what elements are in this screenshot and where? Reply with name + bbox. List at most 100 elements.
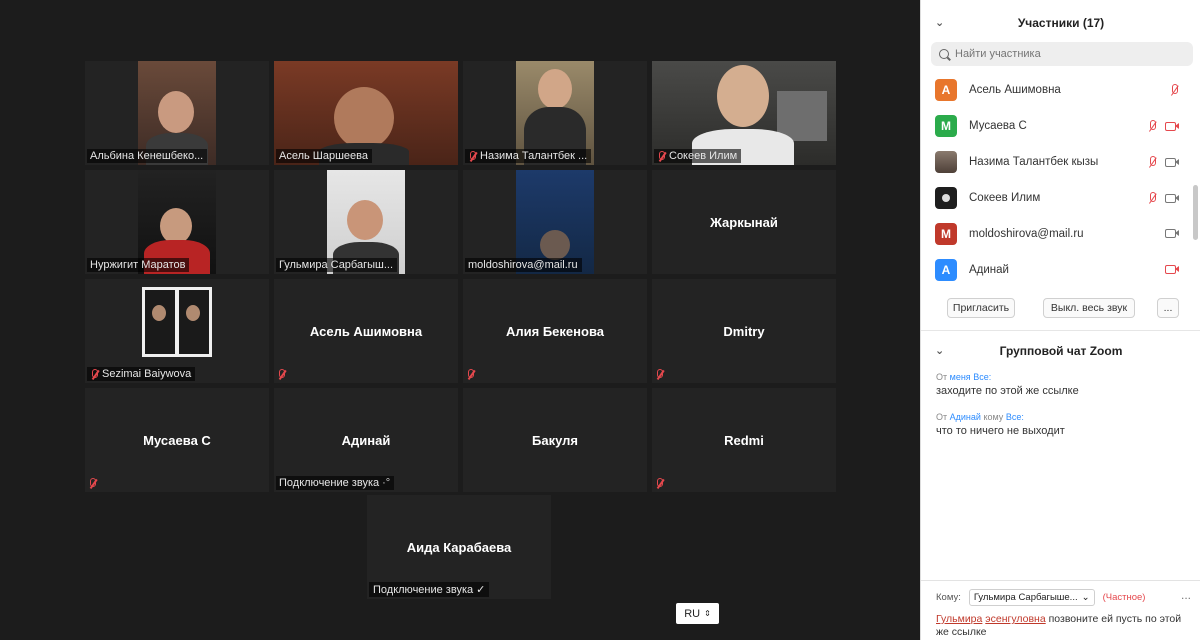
video-tile[interactable]: moldoshirova@mail.ru xyxy=(463,170,647,274)
participant-name-center: Алия Бекенова xyxy=(506,323,604,339)
participant-video xyxy=(142,287,212,357)
chevron-down-icon: ⌄ xyxy=(1081,592,1090,603)
side-panel: ⌄ Участники (17) А Асель Ашимовна М Муса… xyxy=(920,0,1200,640)
participants-header: ⌄ Участники (17) xyxy=(921,8,1200,38)
video-tile[interactable]: Алия Бекенова xyxy=(463,279,647,383)
video-tile[interactable]: Адинай Подключение звука ·° xyxy=(274,388,458,492)
participant-row[interactable]: Назима Талантбек кызы xyxy=(921,144,1191,180)
chat-input[interactable]: Гульмира эсенгуловна позвоните ей пусть … xyxy=(936,613,1191,639)
name-text: Альбина Кенешбеко... xyxy=(90,150,204,162)
participant-name: Мусаева С xyxy=(969,120,1027,132)
name-text: Асель Шаршеева xyxy=(279,150,369,162)
camera-icon[interactable] xyxy=(1165,157,1179,167)
participant-name-label: Гульмира Сарбагыш... xyxy=(276,258,398,272)
participant-row[interactable]: М moldoshirova@mail.ru xyxy=(921,216,1191,252)
participant-name-label: Назима Талантбек ... xyxy=(465,149,592,163)
recipient-value: Гульмира Сарбагыше... xyxy=(973,592,1078,603)
avatar: М xyxy=(935,223,957,245)
private-label: (Частное) xyxy=(1102,592,1146,603)
message-text: заходите по этой же ссылке xyxy=(936,385,1079,397)
status-text: Подключение звука xyxy=(279,477,380,489)
video-tile[interactable]: Мусаева С xyxy=(85,388,269,492)
mic-off-icon[interactable] xyxy=(1169,84,1179,96)
video-tile-active-speaker[interactable]: Асель Шаршеева xyxy=(274,61,458,165)
participant-row[interactable]: М Мусаева С xyxy=(921,108,1191,144)
video-tile[interactable]: Асель Ашимовна xyxy=(274,279,458,383)
name-text: Нуржигит Маратов xyxy=(90,259,186,271)
avatar: А xyxy=(935,259,957,281)
video-tile[interactable]: Dmitry xyxy=(652,279,836,383)
mic-off-icon xyxy=(277,369,286,380)
zoom-meeting-window: Альбина Кенешбеко... Асель Шаршеева Нази… xyxy=(0,0,1200,640)
camera-icon[interactable] xyxy=(1165,193,1179,203)
recipient-select[interactable]: Гульмира Сарбагыше... ⌄ xyxy=(968,589,1095,606)
participant-name-label: Асель Шаршеева xyxy=(276,149,373,163)
participant-row[interactable]: Сокеев Илим xyxy=(921,180,1191,216)
more-options-button[interactable]: ... xyxy=(1157,298,1179,318)
participant-name: Назима Талантбек кызы xyxy=(969,156,1099,168)
recipient-link[interactable]: Все: xyxy=(1006,412,1024,422)
mic-off-icon xyxy=(88,478,97,489)
participant-name-center: Асель Ашимовна xyxy=(309,323,423,339)
participant-name-center: Бакуля xyxy=(532,432,578,448)
participant-name-label: Сокеев Илим xyxy=(654,149,742,163)
video-tile[interactable]: Гульмира Сарбагыш... xyxy=(274,170,458,274)
chat-header: ⌄ Групповой чат Zoom xyxy=(921,336,1200,366)
chat-more-button[interactable]: ... xyxy=(1181,588,1191,602)
scrollbar[interactable] xyxy=(1193,185,1198,240)
chevron-down-icon[interactable]: ⌄ xyxy=(935,344,944,357)
video-tile[interactable]: Бакуля xyxy=(463,388,647,492)
mic-off-icon[interactable] xyxy=(1147,120,1157,132)
mic-off-icon xyxy=(657,150,666,162)
participant-row[interactable]: А Асель Ашимовна xyxy=(921,72,1191,108)
video-tile[interactable]: Жаркынай xyxy=(652,170,836,274)
participant-name-center: Dmitry xyxy=(723,323,765,339)
audio-connecting-label: Подключение звука ·° xyxy=(276,476,395,490)
invite-button[interactable]: Пригласить xyxy=(947,298,1015,318)
participant-name-label: Альбина Кенешбеко... xyxy=(87,149,208,163)
name-text: Сокеев Илим xyxy=(669,150,738,162)
chat-messages: От меня Все: заходите по этой же ссылке … xyxy=(936,372,1191,452)
search-input[interactable] xyxy=(955,48,1175,60)
video-grid: Альбина Кенешбеко... Асель Шаршеева Нази… xyxy=(85,61,836,492)
avatar xyxy=(935,151,957,173)
mic-off-icon[interactable] xyxy=(1147,192,1157,204)
sender-link[interactable]: меня xyxy=(950,372,971,382)
camera-off-icon[interactable] xyxy=(1165,264,1179,274)
updown-chevron-icon: ⇕ xyxy=(704,608,711,618)
participant-name: Асель Ашимовна xyxy=(969,84,1061,96)
video-tile[interactable]: Альбина Кенешбеко... xyxy=(85,61,269,165)
mic-off-icon[interactable] xyxy=(1147,156,1157,168)
participant-search[interactable] xyxy=(931,42,1193,66)
video-tile[interactable]: Назима Талантбек ... xyxy=(463,61,647,165)
camera-icon[interactable] xyxy=(1165,228,1179,238)
name-text: Sezimai Baiywova xyxy=(102,368,192,380)
divider xyxy=(921,330,1200,331)
avatar xyxy=(935,187,957,209)
mic-off-icon xyxy=(468,150,477,162)
mic-off-icon xyxy=(90,368,99,380)
video-tile[interactable]: Sezimai Baiywova xyxy=(85,279,269,383)
chevron-down-icon[interactable]: ⌄ xyxy=(935,16,944,29)
mute-all-button[interactable]: Выкл. весь звук xyxy=(1043,298,1135,318)
camera-off-icon[interactable] xyxy=(1165,121,1179,131)
message-meta: От меня Все: xyxy=(936,372,992,382)
recipient-row: Кому: Гульмира Сарбагыше... ⌄ (Частное) xyxy=(936,589,1145,606)
participant-row[interactable]: А Адинай xyxy=(921,252,1191,288)
participant-name-label: Нуржигит Маратов xyxy=(87,258,190,272)
video-tile[interactable]: Нуржигит Маратов xyxy=(85,170,269,274)
participant-name: Адинай xyxy=(969,264,1009,276)
video-tile[interactable]: Redmi xyxy=(652,388,836,492)
video-tile[interactable]: Аида Карабаева Подключение звука ✓ xyxy=(367,495,551,599)
chat-compose-area: Кому: Гульмира Сарбагыше... ⌄ (Частное) … xyxy=(921,580,1200,640)
mic-off-icon xyxy=(466,369,475,380)
video-tile[interactable]: Сокеев Илим xyxy=(652,61,836,165)
language-button[interactable]: RU ⇕ xyxy=(676,603,719,624)
mic-off-icon xyxy=(655,478,664,489)
sender-link[interactable]: Адинай xyxy=(950,412,981,422)
participant-name: moldoshirova@mail.ru xyxy=(969,228,1084,240)
recipient-link[interactable]: Все: xyxy=(973,372,991,382)
language-label: RU xyxy=(684,607,701,620)
participant-name-label: moldoshirova@mail.ru xyxy=(465,258,582,272)
audio-connecting-label: Подключение звука ✓ xyxy=(369,582,490,597)
